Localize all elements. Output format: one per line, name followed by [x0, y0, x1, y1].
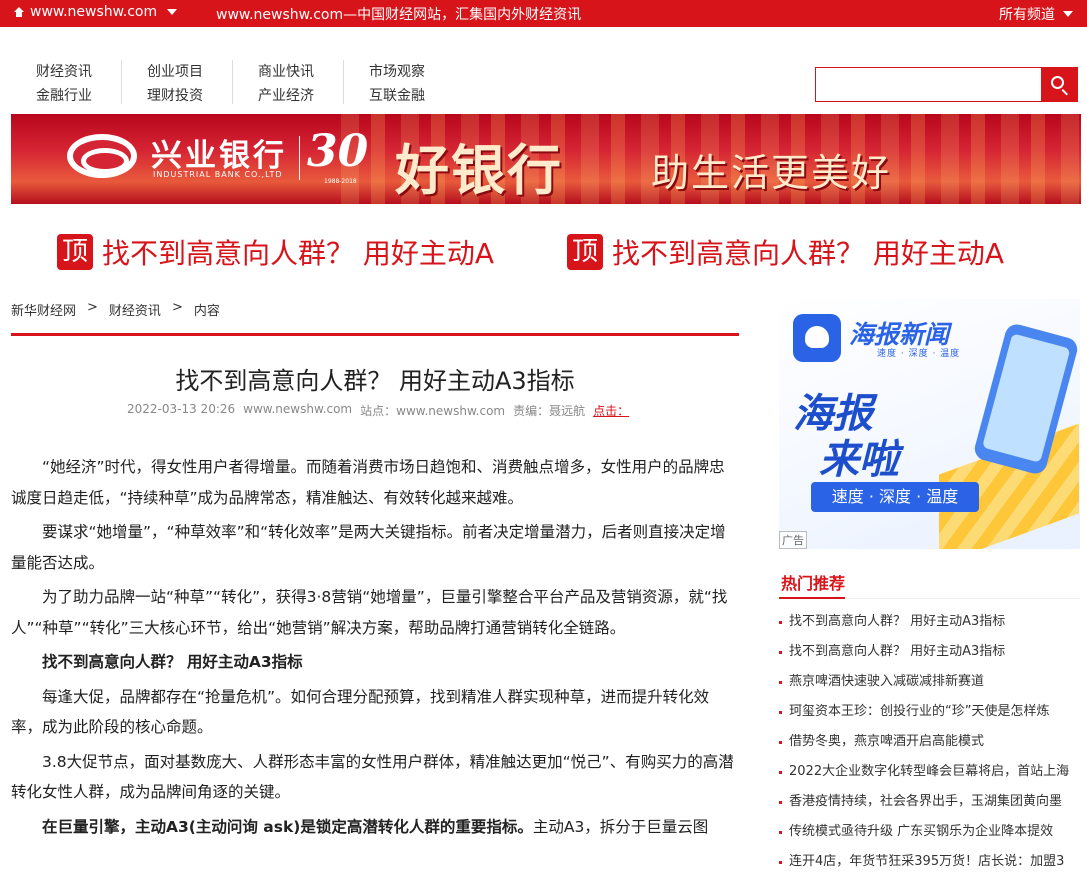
list-item-text: 找不到高意向人群？ 用好主动A3指标	[789, 614, 1006, 629]
bank-name-en: INDUSTRIAL BANK CO.,LTD	[153, 170, 283, 179]
ad-tagline: 速度 · 深度 · 温度	[811, 482, 979, 512]
bullet-icon	[779, 650, 782, 654]
banner-slogan-small: 助生活更美好	[651, 151, 892, 195]
breadcrumb-separator: >	[171, 300, 183, 315]
breadcrumb: 新华财经网 > 财经资讯 > 内容	[11, 300, 220, 319]
anniversary-years: 1988-2018	[324, 178, 357, 185]
breadcrumb-home[interactable]: 新华财经网	[11, 300, 76, 319]
ad-brand-sub: 速度 · 深度 · 温度	[877, 349, 961, 359]
ad-label: 广告	[779, 531, 807, 549]
hot-title: 热门推荐	[779, 570, 1080, 599]
site-slogan: www.newshw.com—中国财经网站，汇集国内外财经资讯	[216, 7, 582, 23]
list-item[interactable]: 连开4店，年货节狂采395万货！店长说：加盟3	[779, 847, 1080, 877]
list-item[interactable]: 香港疫情持续，社会各界出手，玉湖集团黄向墨	[779, 787, 1080, 817]
bullet-icon	[779, 680, 782, 684]
haibao-news-ad[interactable]: 海报新闻 速度 · 深度 · 温度 海报 来啦 速度 · 深度 · 温度 广告	[779, 299, 1080, 549]
bullet-icon	[779, 800, 782, 804]
top-headline[interactable]: 顶 找不到高意向人群？ 用好主动A	[567, 232, 1004, 272]
bullet-icon	[779, 830, 782, 834]
search-box	[815, 67, 1078, 102]
list-item[interactable]: 借势冬奥，燕京啤酒开启高能模式	[779, 727, 1080, 757]
list-item-text: 珂玺资本王珍：创投行业的“珍”天使是怎样炼	[789, 704, 1050, 719]
list-item[interactable]: 传统模式亟待升级 广东买钢乐为企业降本提效	[779, 817, 1080, 847]
article-date: 2022-03-13 20:26	[127, 402, 236, 416]
article-source: www.newshw.com	[243, 402, 353, 416]
list-item-text: 传统模式亟待升级 广东买钢乐为企业降本提效	[789, 824, 1054, 839]
article-title: 找不到高意向人群？ 用好主动A3指标	[175, 367, 575, 395]
search-icon	[1051, 76, 1064, 89]
breadcrumb-current: 内容	[193, 304, 220, 319]
bank-logo-icon	[67, 134, 137, 178]
breadcrumb-separator: >	[87, 300, 98, 315]
nav-link[interactable]: 产业经济	[258, 84, 343, 108]
top-badge: 顶	[57, 234, 93, 270]
hot-list: 找不到高意向人群？ 用好主动A3指标 找不到高意向人群？ 用好主动A3指标 燕京…	[779, 607, 1080, 877]
ad-headline-2: 来啦	[819, 437, 899, 483]
bullet-icon	[779, 860, 782, 864]
all-channels-menu[interactable]: 所有频道	[999, 4, 1073, 24]
hot-recommend: 热门推荐 找不到高意向人群？ 用好主动A3指标 找不到高意向人群？ 用好主动A3…	[779, 570, 1080, 877]
paragraph: 在巨量引擎，主动A3(主动问询 ask)是锁定高潜转化人群的重要指标。主动A3，…	[11, 812, 739, 843]
list-item[interactable]: 燕京啤酒快速驶入减碳减排新赛道	[779, 667, 1080, 697]
bank-name: 兴业银行	[151, 138, 287, 174]
click-count-link[interactable]: 点击：	[593, 402, 629, 419]
nav-group-4: 市场观察 互联金融	[343, 60, 454, 104]
section-heading: 找不到高意向人群？ 用好主动A3指标	[42, 653, 303, 671]
bullet-icon	[779, 770, 782, 774]
list-item-text: 2022大企业数字化转型峰会巨幕将启，首站上海	[789, 764, 1070, 779]
list-item[interactable]: 找不到高意向人群？ 用好主动A3指标	[779, 637, 1080, 667]
paragraph-text: 主动A3，拆分于巨量云图	[532, 817, 709, 836]
top-headline-text: 找不到高意向人群？ 用好主动A	[612, 237, 1005, 270]
paragraph: 每逢大促，品牌都存在“抢量危机”。如何合理分配预算，找到精准人群实现种草，进而提…	[11, 687, 710, 737]
list-item-text: 找不到高意向人群？ 用好主动A3指标	[789, 644, 1006, 659]
all-channels-label: 所有频道	[999, 7, 1055, 23]
list-item[interactable]: 找不到高意向人群？ 用好主动A3指标	[779, 607, 1080, 637]
chevron-down-icon	[167, 9, 178, 15]
divider	[11, 333, 739, 336]
seal-logo-icon	[793, 314, 841, 362]
nav-link[interactable]: 理财投资	[147, 84, 232, 108]
article-site: 站点：www.newshw.com	[360, 404, 506, 418]
paragraph: 3.8大促节点，面对基数庞大、人群形态丰富的女性用户群体，精准触达更加“悦己”、…	[11, 752, 734, 802]
nav-link[interactable]: 互联金融	[369, 84, 454, 108]
nav-group-2: 创业项目 理财投资	[121, 60, 232, 104]
bullet-icon	[779, 740, 782, 744]
bold-text: 在巨量引擎，主动A3(主动问询 ask)是锁定高潜转化人群的重要指标。	[42, 817, 533, 836]
search-button[interactable]	[1041, 67, 1077, 102]
bullet-icon	[779, 710, 782, 714]
article-body: “她经济”时代，得女性用户者得增量。而随着消费市场日趋饱和、消费触点增多，女性用…	[11, 452, 739, 846]
home-icon	[14, 7, 24, 17]
bullet-icon	[779, 620, 782, 624]
banner-slogan-big: 好银行	[395, 138, 563, 202]
anniversary-number: 30	[307, 126, 369, 177]
divider	[299, 136, 300, 180]
top-badge: 顶	[567, 234, 603, 270]
site-url: www.newshw.com	[30, 4, 158, 20]
article-editor: 责编：聂远航	[513, 404, 586, 418]
top-headline[interactable]: 顶 找不到高意向人群？ 用好主动A	[57, 232, 494, 272]
bank-ad-banner[interactable]: 兴业银行 INDUSTRIAL BANK CO.,LTD 30 1988-201…	[11, 114, 1081, 204]
top-bar: www.newshw.com www.newshw.com—中国财经网站，汇集国…	[0, 0, 1087, 27]
breadcrumb-category[interactable]: 财经资讯	[109, 300, 161, 319]
list-item-text: 借势冬奥，燕京啤酒开启高能模式	[789, 734, 985, 749]
list-item-text: 连开4店，年货节狂采395万货！店长说：加盟3	[789, 854, 1065, 869]
list-item-text: 香港疫情持续，社会各界出手，玉湖集团黄向墨	[789, 794, 1063, 809]
nav-group-3: 商业快讯 产业经济	[232, 60, 343, 104]
paragraph: “她经济”时代，得女性用户者得增量。而随着消费市场日趋饱和、消费触点增多，女性用…	[11, 458, 725, 507]
list-item[interactable]: 2022大企业数字化转型峰会巨幕将启，首站上海	[779, 757, 1080, 787]
nav-link[interactable]: 创业项目	[147, 60, 232, 84]
search-input[interactable]	[816, 68, 1043, 101]
paragraph: 为了助力品牌一站“种草”“转化”，获得3·8营销“她增量”，巨量引擎整合平台产品…	[11, 588, 728, 637]
list-item[interactable]: 珂玺资本王珍：创投行业的“珍”天使是怎样炼	[779, 697, 1080, 727]
nav-link[interactable]: 商业快讯	[258, 60, 343, 84]
paragraph: 要谋求“她增量”，“种草效率”和“转化效率”是两大关键指标。前者决定增量潜力，后…	[11, 523, 726, 572]
top-headline-text: 找不到高意向人群？ 用好主动A	[102, 237, 495, 270]
article-meta: 2022-03-13 20:26 www.newshw.com 站点：www.n…	[127, 402, 629, 419]
list-item-text: 燕京啤酒快速驶入减碳减排新赛道	[789, 674, 985, 689]
site-switcher[interactable]: www.newshw.com	[14, 4, 178, 20]
nav-link[interactable]: 市场观察	[369, 60, 454, 84]
chevron-down-icon	[1063, 11, 1073, 17]
